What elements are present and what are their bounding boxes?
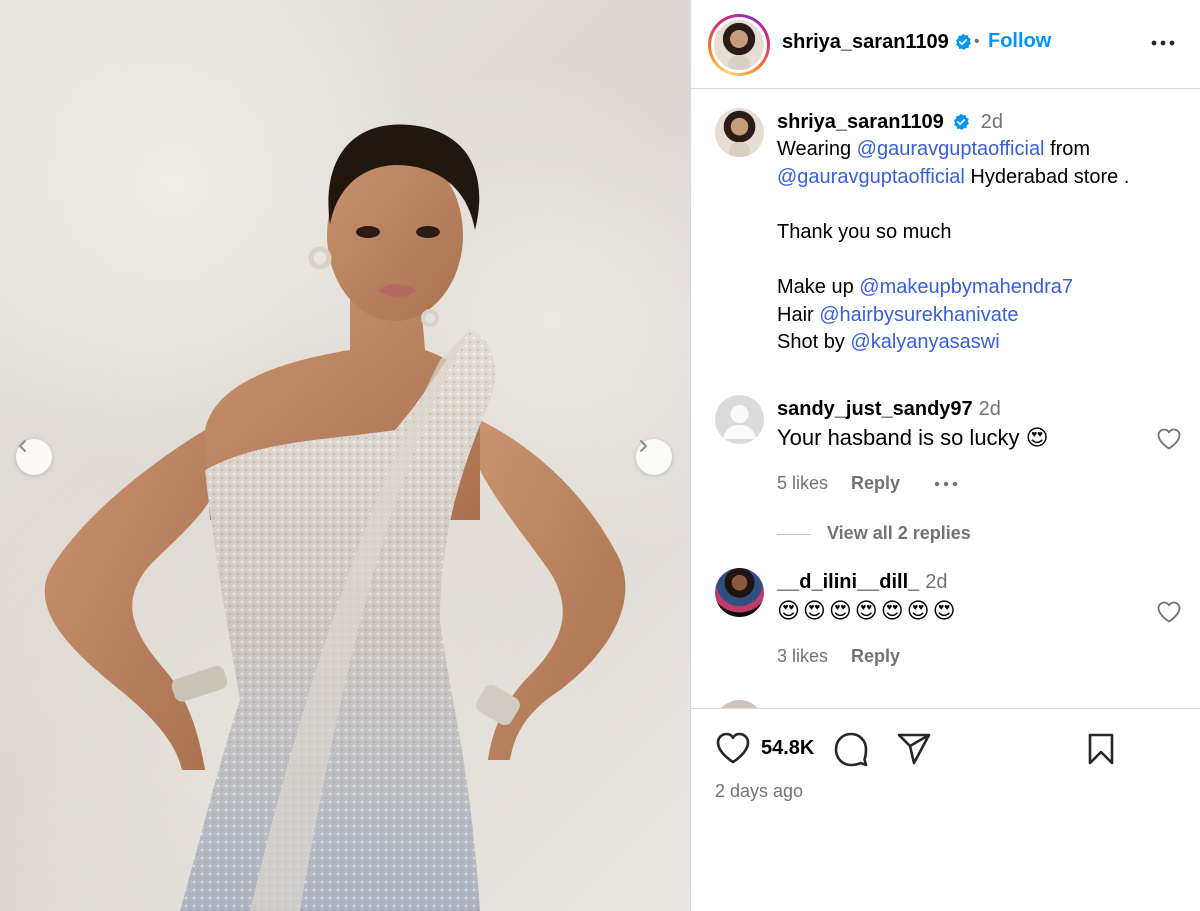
view-replies-label[interactable]: View all 2 replies — [827, 523, 971, 543]
comment-item: __d_ilini__dill_ 2d 😍😍😍😍😍😍😍 3 likes Reply — [777, 568, 1157, 668]
post-side-panel: shriya_saran1109 • Follow shriya_saran11… — [691, 0, 1200, 911]
mention-link[interactable]: @gauravguptaofficial — [857, 138, 1045, 160]
post-media[interactable] — [0, 0, 690, 911]
author-avatar-story-ring[interactable] — [708, 14, 770, 76]
comments-list[interactable]: shriya_saran1109 2d Wearing @gauravgupta… — [691, 90, 1200, 708]
comment-username[interactable]: sandy_just_sandy97 — [777, 398, 973, 420]
verified-badge-icon — [954, 33, 972, 51]
caption-block: shriya_saran1109 2d Wearing @gauravgupta… — [777, 108, 1187, 357]
share-paper-plane-icon[interactable] — [896, 732, 932, 766]
view-replies-button[interactable]: View all 2 replies — [777, 521, 1157, 545]
author-username-row[interactable]: shriya_saran1109 — [782, 31, 972, 54]
comment-username[interactable]: __d_ilini__dill_ — [777, 571, 919, 593]
caption-text-segment: Make up — [777, 275, 860, 298]
caption-text-segment: Thank you so much — [777, 220, 952, 243]
verified-badge-icon — [952, 113, 970, 131]
actions-divider — [691, 708, 1200, 709]
reply-button[interactable]: Reply — [851, 646, 900, 666]
caption-text-segment: Wearing — [777, 138, 857, 160]
comment-text: Your hasband is so lucky 😍 — [777, 425, 1049, 450]
author-username[interactable]: shriya_saran1109 — [782, 31, 949, 53]
comment-like-heart-icon[interactable] — [1156, 427, 1182, 451]
caption-text-segment: Hair — [777, 303, 820, 326]
like-heart-icon[interactable] — [715, 731, 751, 765]
save-bookmark-icon[interactable] — [1086, 732, 1116, 766]
chevron-right-icon — [640, 440, 647, 452]
author-avatar — [714, 20, 764, 70]
comment-likes-count[interactable]: 5 likes — [777, 473, 828, 493]
chevron-left-icon — [19, 440, 26, 452]
comment-text: 😍😍😍😍😍😍😍 — [777, 598, 959, 623]
commenter-avatar[interactable] — [715, 568, 764, 617]
comment-time[interactable]: 2d — [925, 571, 947, 593]
post-date[interactable]: 2 days ago — [715, 781, 803, 802]
comment-time[interactable]: 2d — [979, 398, 1001, 420]
likes-count[interactable]: 54.8K — [761, 737, 814, 760]
reply-button[interactable]: Reply — [851, 473, 900, 493]
more-options-icon[interactable] — [1149, 32, 1177, 54]
mention-link[interactable]: @makeupbymahendra7 — [859, 276, 1073, 298]
previous-image-button[interactable] — [16, 439, 52, 475]
mention-link[interactable]: @hairbysurekhanivate — [819, 304, 1018, 326]
comment-item: sandy_just_sandy97 2d Your hasband is so … — [777, 395, 1157, 545]
mention-link[interactable]: @kalyanyasaswi — [850, 331, 999, 353]
commenter-avatar[interactable] — [715, 700, 764, 708]
caption-text-segment: Hyderabad store . — [964, 165, 1130, 188]
next-image-button[interactable] — [636, 439, 672, 475]
comment-like-heart-icon[interactable] — [1156, 600, 1182, 624]
post-photo — [44, 124, 626, 911]
separator-dot: • — [974, 33, 980, 50]
mention-link[interactable]: @gauravguptaofficial — [777, 166, 965, 188]
comment-likes-count[interactable]: 3 likes — [777, 646, 828, 666]
caption-text: Wearing @gauravguptaofficial from @gaura… — [777, 136, 1187, 357]
replies-line — [777, 533, 811, 535]
caption-author-avatar[interactable] — [715, 108, 764, 157]
default-avatar-icon[interactable] — [715, 395, 764, 444]
post-header: shriya_saran1109 • Follow — [691, 0, 1200, 89]
follow-button[interactable]: Follow — [988, 30, 1051, 53]
caption-text-segment: from — [1044, 138, 1091, 160]
caption-username[interactable]: shriya_saran1109 — [777, 111, 944, 133]
comment-options-icon[interactable] — [933, 479, 959, 489]
caption-time[interactable]: 2d — [981, 111, 1003, 133]
caption-text-segment: Shot by — [777, 331, 851, 354]
comment-icon[interactable] — [833, 731, 869, 767]
